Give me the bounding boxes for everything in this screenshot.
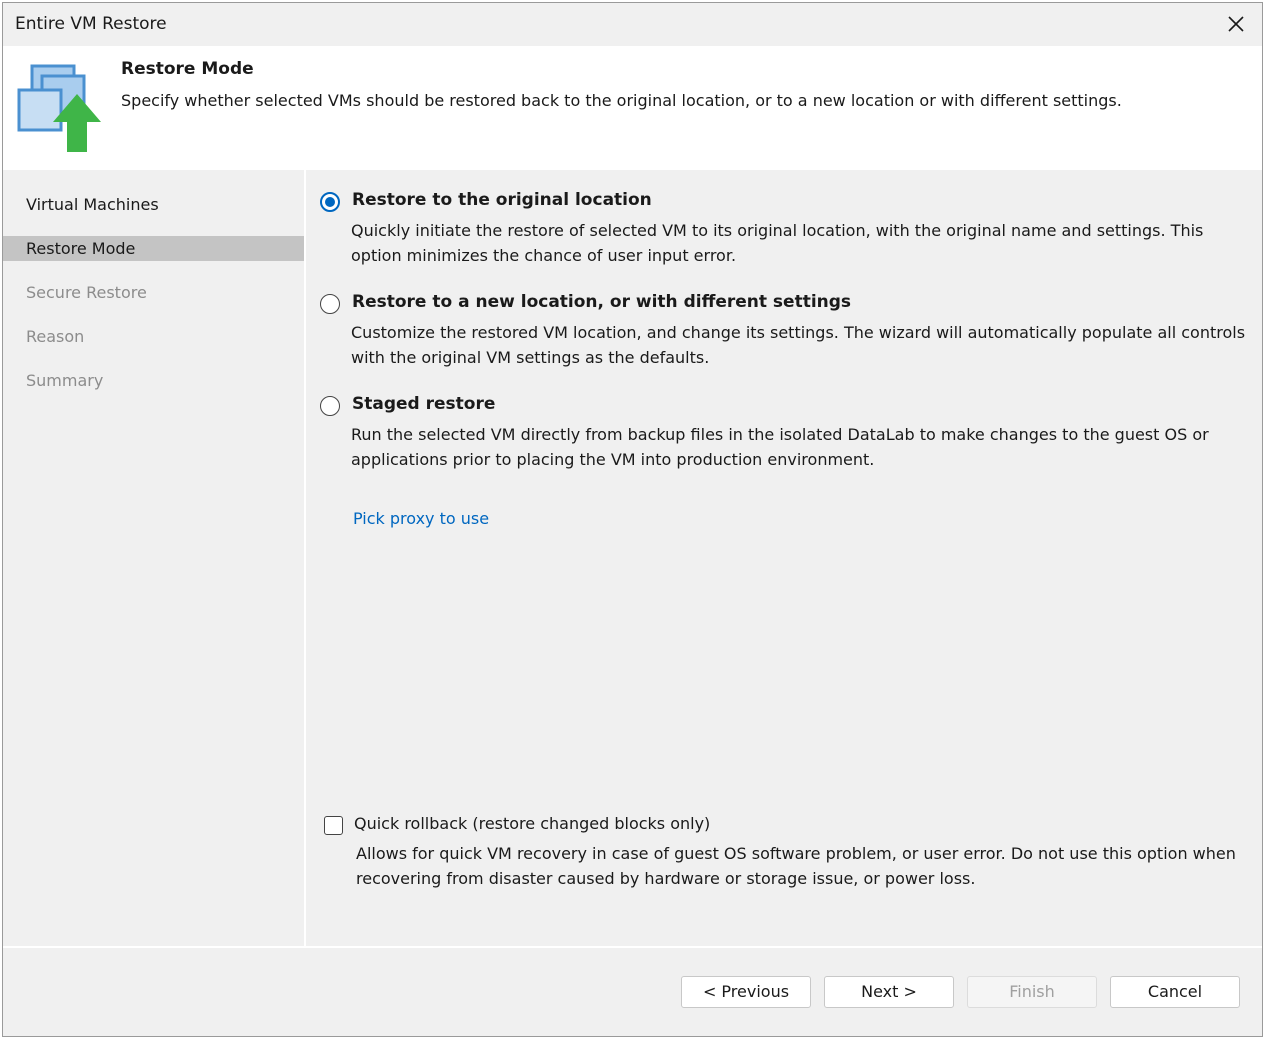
finish-button: Finish — [967, 976, 1097, 1008]
restore-mode-panel: Restore to the original location Quickly… — [306, 170, 1262, 946]
step-summary: Summary — [26, 371, 104, 390]
quick-rollback-description: Allows for quick VM recovery in case of … — [356, 844, 1236, 888]
next-button[interactable]: Next > — [824, 976, 954, 1008]
step-virtual-machines[interactable]: Virtual Machines — [3, 192, 304, 217]
wizard-header: Restore Mode Specify whether selected VM… — [3, 46, 1262, 170]
vm-restore-icon — [17, 64, 101, 152]
radio-new-location[interactable] — [320, 294, 340, 314]
pick-proxy-link[interactable]: Pick proxy to use — [353, 509, 489, 528]
title-bar: Entire VM Restore — [3, 3, 1262, 46]
radio-original-location[interactable] — [320, 192, 340, 212]
wizard-footer: < Previous Next > Finish Cancel — [3, 948, 1262, 1036]
quick-rollback-label: Quick rollback (restore changed blocks o… — [354, 814, 711, 833]
step-reason: Reason — [26, 327, 85, 346]
option-staged-restore-description: Run the selected VM directly from backup… — [351, 425, 1209, 469]
wizard-window: Entire VM Restore Restore Mode Specify w… — [2, 2, 1263, 1037]
radio-staged-restore[interactable] — [320, 396, 340, 416]
previous-button[interactable]: < Previous — [681, 976, 811, 1008]
step-secure-restore: Secure Restore — [26, 283, 147, 302]
page-title: Restore Mode — [121, 59, 254, 79]
option-original-location-label: Restore to the original location — [352, 190, 652, 210]
close-icon — [1228, 16, 1244, 32]
option-new-location-description: Customize the restored VM location, and … — [351, 323, 1246, 367]
option-original-location-description: Quickly initiate the restore of selected… — [351, 221, 1204, 265]
page-description: Specify whether selected VMs should be r… — [121, 91, 1122, 110]
close-button[interactable] — [1224, 12, 1248, 36]
quick-rollback-checkbox[interactable] — [324, 816, 343, 835]
cancel-button[interactable]: Cancel — [1110, 976, 1240, 1008]
option-new-location-label: Restore to a new location, or with diffe… — [352, 292, 852, 312]
window-title: Entire VM Restore — [15, 14, 167, 34]
wizard-steps: Virtual Machines Restore Mode Secure Res… — [3, 170, 304, 946]
step-restore-mode[interactable]: Restore Mode — [3, 236, 304, 261]
option-staged-restore-label: Staged restore — [352, 394, 496, 414]
